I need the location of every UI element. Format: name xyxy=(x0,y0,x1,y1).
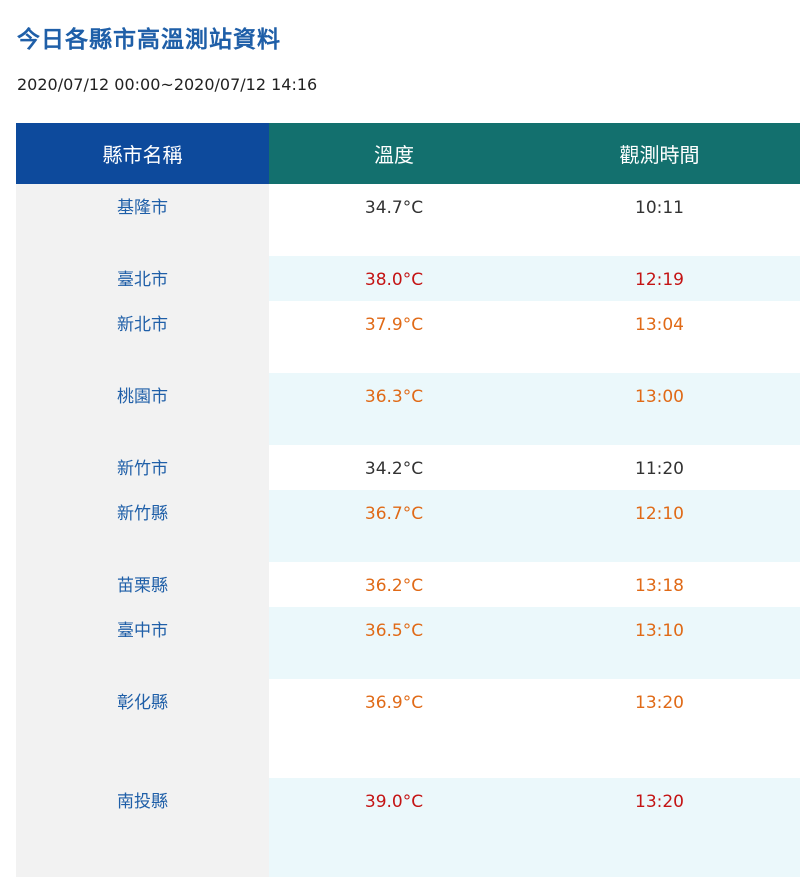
observation-time: 12:10 xyxy=(519,490,800,562)
observation-time: 13:18 xyxy=(519,562,800,607)
page-title: 今日各縣市高溫測站資料 xyxy=(17,27,281,53)
temperature-value: 38.0°C xyxy=(269,256,519,301)
temperature-value: 36.2°C xyxy=(269,562,519,607)
table-row: 桃園市 36.3°C 13:00 xyxy=(16,373,800,445)
observation-time: 12:19 xyxy=(519,256,800,301)
county-name: 新竹縣 xyxy=(16,490,269,562)
header-temperature: 溫度 xyxy=(269,123,519,184)
county-name: 南投縣 xyxy=(16,778,269,877)
header-observation-time: 觀測時間 xyxy=(519,123,800,184)
observation-time: 11:20 xyxy=(519,445,800,490)
table-row: 苗栗縣 36.2°C 13:18 xyxy=(16,562,800,607)
table-row: 新竹市 34.2°C 11:20 xyxy=(16,445,800,490)
table-row: 新竹縣 36.7°C 12:10 xyxy=(16,490,800,562)
table-header: 縣市名稱 溫度 觀測時間 xyxy=(16,123,800,184)
temperature-value: 39.0°C xyxy=(269,778,519,877)
county-name: 臺北市 xyxy=(16,256,269,301)
observation-time: 10:11 xyxy=(519,184,800,256)
county-name: 桃園市 xyxy=(16,373,269,445)
date-range: 2020/07/12 00:00~2020/07/12 14:16 xyxy=(17,75,318,94)
temperature-value: 36.9°C xyxy=(269,679,519,778)
table-row: 新北市 37.9°C 13:04 xyxy=(16,301,800,373)
temperature-value: 36.5°C xyxy=(269,607,519,679)
header-county: 縣市名稱 xyxy=(16,123,269,184)
observation-time: 13:04 xyxy=(519,301,800,373)
county-name: 新竹市 xyxy=(16,445,269,490)
county-name: 臺中市 xyxy=(16,607,269,679)
observation-time: 13:10 xyxy=(519,607,800,679)
observation-time: 13:20 xyxy=(519,679,800,778)
temperature-value: 36.7°C xyxy=(269,490,519,562)
county-name: 基隆市 xyxy=(16,184,269,256)
temperature-value: 37.9°C xyxy=(269,301,519,373)
county-name: 彰化縣 xyxy=(16,679,269,778)
table-row: 基隆市 34.7°C 10:11 xyxy=(16,184,800,256)
observation-time: 13:20 xyxy=(519,778,800,877)
table-row: 南投縣 39.0°C 13:20 xyxy=(16,778,800,877)
table-row: 彰化縣 36.9°C 13:20 xyxy=(16,679,800,778)
temperature-table: 縣市名稱 溫度 觀測時間 基隆市 34.7°C 10:11 臺北市 38.0°C 12:1… xyxy=(16,123,800,877)
table-row: 臺北市 38.0°C 12:19 xyxy=(16,256,800,301)
table-body: 基隆市 34.7°C 10:11 臺北市 38.0°C 12:19 新北市 37.9°C 13:… xyxy=(16,184,800,877)
temperature-value: 34.2°C xyxy=(269,445,519,490)
temperature-value: 36.3°C xyxy=(269,373,519,445)
observation-time: 13:00 xyxy=(519,373,800,445)
county-name: 苗栗縣 xyxy=(16,562,269,607)
temperature-value: 34.7°C xyxy=(269,184,519,256)
county-name: 新北市 xyxy=(16,301,269,373)
table-row: 臺中市 36.5°C 13:10 xyxy=(16,607,800,679)
